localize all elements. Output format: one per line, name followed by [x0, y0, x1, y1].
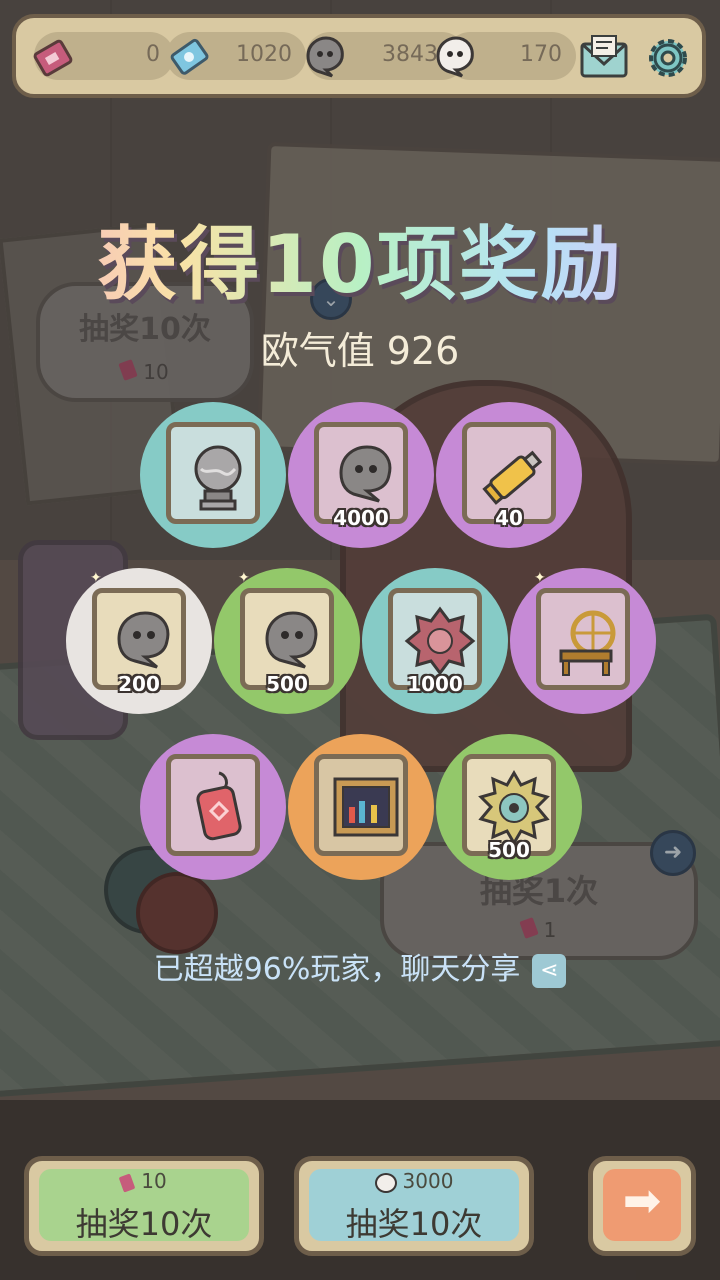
new-star-icon: ✦ — [238, 570, 250, 586]
new-star-icon: ✦ — [90, 570, 102, 586]
reward-card — [314, 754, 408, 856]
reward-card — [536, 588, 630, 690]
reward-card — [166, 754, 260, 856]
reward-item[interactable]: ✦ 200 — [66, 568, 212, 714]
reward-item[interactable]: 4000 — [288, 402, 434, 548]
button-cost: 3000 — [299, 1169, 529, 1193]
reward-quantity: 500 — [488, 838, 530, 862]
resource-value: 170 — [520, 42, 562, 67]
reward-item[interactable] — [288, 734, 434, 880]
button-label: 抽奖10次 — [345, 1205, 483, 1243]
share-icon[interactable]: ⋖ — [532, 953, 567, 988]
white-ghost-bubble-icon — [432, 34, 478, 80]
blue-ticket-icon — [166, 34, 212, 80]
next-button[interactable]: ➡ — [588, 1156, 696, 1256]
draw-ten-bubble-button[interactable]: 3000 抽奖10次 — [294, 1156, 534, 1256]
gear-icon — [649, 39, 687, 77]
button-label: 抽奖10次 — [75, 1205, 213, 1243]
draw-ten-ticket-button[interactable]: 10 抽奖10次 — [24, 1156, 264, 1256]
mail-icon — [580, 35, 628, 78]
reward-item[interactable] — [140, 734, 286, 880]
mail-button[interactable] — [576, 30, 632, 86]
reward-item[interactable]: ✦ 500 — [214, 568, 360, 714]
reward-item[interactable]: 1000 — [362, 568, 508, 714]
grey-ghost-bubble-icon — [302, 34, 348, 80]
resource-value: 1020 — [236, 42, 292, 67]
share-row[interactable]: 已超越96%玩家，聊天分享 ⋖ — [0, 944, 720, 988]
settings-button[interactable] — [640, 30, 696, 86]
popup-title: 获得10项奖励 — [0, 200, 720, 316]
reward-quantity: 40 — [495, 506, 523, 530]
resource-bar: 0 1020 38435 170 — [12, 14, 706, 98]
reward-quantity: 4000 — [333, 506, 389, 530]
reward-card — [166, 422, 260, 524]
reward-item[interactable]: 500 — [436, 734, 582, 880]
right-arrow-icon: ➡ — [622, 1173, 662, 1227]
reward-item[interactable] — [140, 402, 286, 548]
resource-value: 0 — [146, 42, 160, 67]
reward-item[interactable]: ✦ — [510, 568, 656, 714]
reward-quantity: 500 — [266, 672, 308, 696]
reward-item[interactable]: 40 — [436, 402, 582, 548]
button-cost: 10 — [29, 1169, 259, 1193]
share-text: 已超越96%玩家，聊天分享 — [153, 952, 521, 987]
reward-quantity: 1000 — [407, 672, 463, 696]
new-star-icon: ✦ — [534, 570, 546, 586]
ticket-icon — [30, 36, 76, 82]
ticket-icon — [118, 1172, 136, 1193]
grey-ghost-bubble-icon — [374, 1172, 397, 1193]
luck-value: 欧气值 926 — [260, 329, 460, 373]
reward-quantity: 200 — [118, 672, 160, 696]
